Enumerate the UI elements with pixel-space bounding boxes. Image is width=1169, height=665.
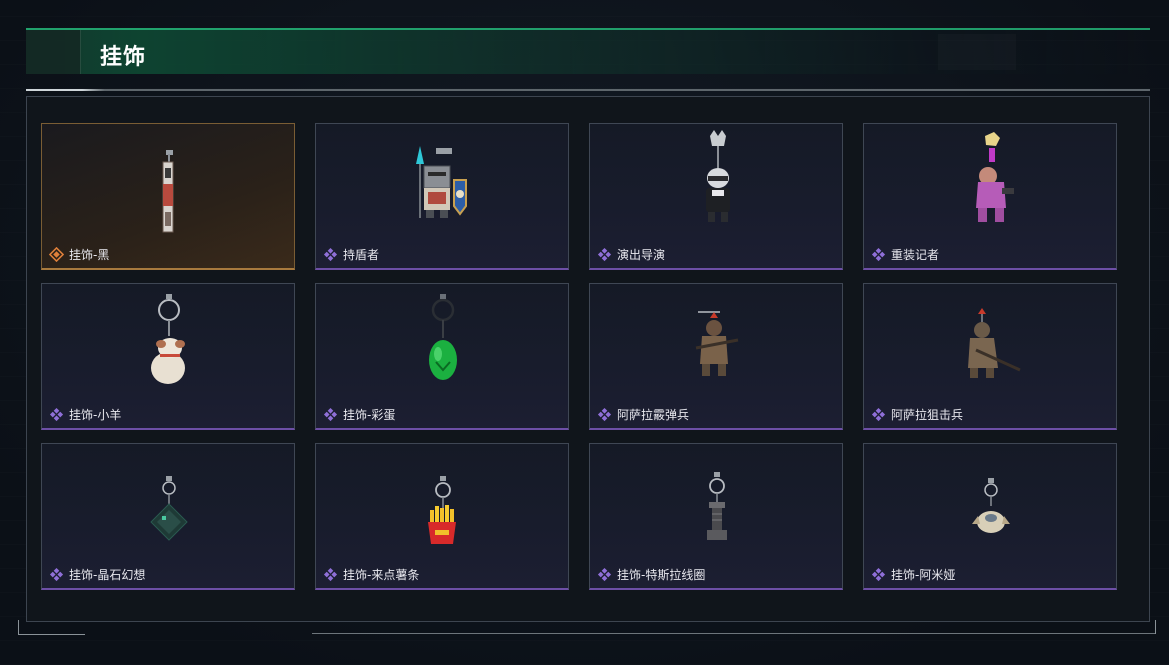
rarity-purple-icon: [323, 567, 338, 581]
charm-label: 阿萨拉狙击兵: [891, 407, 964, 422]
rarity-purple-icon: [871, 247, 886, 261]
rarity-purple-icon: [597, 567, 612, 581]
charm-card-fries[interactable]: 挂饰-来点薯条: [315, 443, 569, 590]
charm-label: 演出导演: [617, 247, 666, 262]
rarity-purple-icon: [871, 407, 886, 421]
charm-heavy-reporter-image: [976, 132, 1014, 222]
frame-corner-right: [1155, 620, 1156, 634]
charm-card-easter-egg[interactable]: 挂饰-彩蛋: [315, 283, 569, 430]
charm-shield-bearer-image: [416, 146, 467, 218]
title-decoration: [938, 34, 1016, 70]
rarity-purple-icon: [49, 407, 64, 421]
charm-lamb-image: [151, 294, 185, 384]
charm-fries-image: [428, 476, 456, 544]
page-title: 挂饰: [100, 45, 147, 70]
rarity-purple-icon: [49, 567, 64, 581]
charm-asala-shotgunner-image: [695, 311, 739, 376]
charm-easter-egg-image: [429, 294, 457, 380]
charm-card-asala-shotgunner[interactable]: 阿萨拉霰弹兵: [589, 283, 843, 430]
charm-card-show-director[interactable]: 演出导演: [589, 123, 843, 270]
charm-label: 挂饰-来点薯条: [343, 567, 420, 582]
charm-asala-sniper-image: [968, 308, 1021, 378]
charm-show-director-image: [706, 130, 730, 222]
charm-card-crystal-fantasy[interactable]: 挂饰-晶石幻想: [41, 443, 295, 590]
charm-label: 挂饰-特斯拉线圈: [617, 567, 706, 582]
charm-crystal-fantasy-image: [150, 476, 188, 541]
charm-tesla-coil-image: [707, 472, 727, 540]
rarity-purple-icon: [871, 567, 886, 581]
charm-hei-image: [162, 150, 174, 233]
charm-card-shield-bearer[interactable]: 持盾者: [315, 123, 569, 270]
charm-amiya-image: [972, 478, 1010, 533]
charm-label: 重装记者: [891, 247, 940, 262]
charm-card-heavy-reporter[interactable]: 重装记者: [863, 123, 1117, 270]
rarity-purple-icon: [323, 407, 338, 421]
rarity-gold-icon: [49, 246, 64, 262]
rarity-purple-icon: [323, 247, 338, 261]
charm-label: 挂饰-彩蛋: [343, 407, 396, 422]
charm-card-asala-sniper[interactable]: 阿萨拉狙击兵: [863, 283, 1117, 430]
charm-card-amiya[interactable]: 挂饰-阿米娅: [863, 443, 1117, 590]
charm-card-lamb[interactable]: 挂饰-小羊: [41, 283, 295, 430]
charm-grid-panel: 挂饰-黑 持盾者 演出导演 重装记者 挂饰-小羊 挂饰-彩蛋 阿萨拉霰弹兵 阿萨…: [26, 96, 1150, 622]
rarity-purple-icon: [597, 407, 612, 421]
charm-label: 阿萨拉霰弹兵: [617, 407, 690, 422]
rarity-purple-icon: [597, 247, 612, 261]
frame-bottom-line: [312, 633, 1156, 634]
charm-label: 挂饰-小羊: [69, 407, 122, 422]
charm-label: 挂饰-阿米娅: [891, 567, 956, 582]
title-bar-stub: [26, 30, 81, 74]
charm-label: 挂饰-黑: [69, 247, 110, 262]
header-divider: [26, 89, 1150, 91]
frame-corner-left: [18, 620, 85, 635]
title-bar: 挂饰: [26, 28, 1150, 74]
charm-card-hei[interactable]: 挂饰-黑: [41, 123, 295, 270]
charm-label: 持盾者: [343, 247, 380, 262]
charm-card-tesla-coil[interactable]: 挂饰-特斯拉线圈: [589, 443, 843, 590]
charm-label: 挂饰-晶石幻想: [69, 567, 146, 582]
